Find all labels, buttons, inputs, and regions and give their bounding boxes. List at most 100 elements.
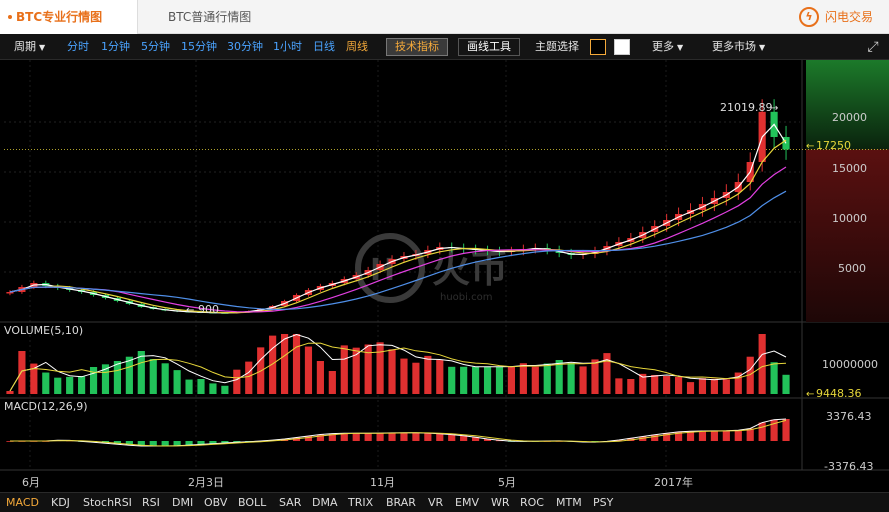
volume-bar: [42, 372, 50, 394]
indicator-psy[interactable]: PSY: [593, 493, 613, 512]
volume-bar: [66, 376, 74, 394]
brand-label: 闪电交易: [824, 10, 873, 24]
indicator-emv[interactable]: EMV: [455, 493, 479, 512]
macd-bar: [734, 430, 742, 441]
tab-btc-normal-chart[interactable]: BTC普通行情图: [168, 0, 251, 34]
drawing-tools-button[interactable]: 画线工具: [458, 38, 520, 56]
theme-dark-swatch[interactable]: [590, 39, 606, 55]
volume-bar: [460, 366, 468, 394]
indicator-macd[interactable]: MACD: [6, 493, 39, 512]
volume-last-arrow-icon: ←: [806, 389, 814, 400]
indicator-dma[interactable]: DMA: [312, 493, 338, 512]
indicator-stochrsi[interactable]: StochRSI: [83, 493, 132, 512]
price-chart[interactable]: H 火币 huobi.com 20000 15000 10000 5000 21…: [0, 60, 889, 492]
x-tick-feb3: 2月3日: [188, 476, 224, 489]
volume-bar: [663, 376, 671, 394]
interval-15min[interactable]: 15分钟: [181, 34, 217, 60]
volume-bar: [770, 362, 778, 394]
high-arrow-icon: →: [770, 103, 778, 114]
macd-bar: [782, 419, 790, 441]
candle-body: [6, 292, 14, 294]
volume-last-label: 9448.36: [816, 387, 862, 400]
volume-bar: [388, 349, 396, 394]
macd-bar: [376, 433, 384, 441]
flash-trade-link[interactable]: ϟ 闪电交易: [798, 6, 873, 28]
indicator-brar[interactable]: BRAR: [386, 493, 416, 512]
indicator-roc[interactable]: ROC: [520, 493, 544, 512]
price-tick-5000: 5000: [838, 262, 866, 275]
indicator-sar[interactable]: SAR: [279, 493, 301, 512]
indicator-wr[interactable]: WR: [491, 493, 510, 512]
indicator-boll[interactable]: BOLL: [238, 493, 266, 512]
interval-1hour[interactable]: 1小时: [273, 34, 302, 60]
volume-bar: [531, 366, 539, 394]
volume-bar: [400, 358, 408, 394]
last-price-arrow-icon: ←: [806, 141, 814, 152]
x-tick-jun: 6月: [22, 476, 40, 489]
volume-bar: [579, 366, 587, 394]
indicator-obv[interactable]: OBV: [204, 493, 227, 512]
volume-bar: [758, 334, 766, 394]
macd-bar: [352, 433, 360, 441]
volume-bar: [412, 362, 420, 394]
volume-bar: [280, 334, 289, 394]
volume-bar: [627, 379, 635, 394]
tab-label: BTC普通行情图: [168, 10, 252, 24]
macd-bar: [400, 432, 408, 441]
more-markets-label: 更多市场: [712, 40, 756, 53]
volume-bar: [722, 379, 730, 394]
caret-down-icon: ▼: [39, 43, 46, 52]
interval-weekly[interactable]: 周线: [346, 34, 368, 60]
volume-bar: [78, 376, 86, 394]
indicator-bar: MACD KDJ StochRSI RSI DMI OBV BOLL SAR D…: [0, 492, 889, 512]
fullscreen-icon[interactable]: ⤢: [863, 37, 883, 57]
volume-bar: [125, 356, 133, 394]
more-label: 更多: [652, 40, 674, 53]
macd-bar: [710, 430, 718, 441]
volume-bar: [113, 361, 122, 394]
interval-daily[interactable]: 日线: [313, 34, 335, 60]
volume-bar: [209, 383, 217, 394]
volume-bar: [18, 351, 26, 394]
volume-tick-10000000: 10000000: [822, 358, 878, 371]
indicator-trix[interactable]: TRIX: [348, 493, 373, 512]
theme-light-swatch[interactable]: [614, 39, 630, 55]
volume-bar: [292, 334, 301, 394]
volume-bar: [197, 379, 205, 394]
volume-bar: [161, 363, 169, 394]
price-tick-15000: 15000: [832, 162, 867, 175]
volume-bar: [591, 359, 599, 394]
x-tick-nov: 11月: [370, 476, 395, 489]
tech-indicator-button[interactable]: 技术指标: [386, 38, 448, 56]
tab-label: BTC专业行情图: [16, 10, 103, 24]
macd-tick-bottom: -3376.43: [824, 460, 873, 473]
indicator-mtm[interactable]: MTM: [556, 493, 582, 512]
macd-title: MACD(12,26,9): [4, 400, 88, 413]
volume-bar: [651, 375, 659, 394]
low-price-label: 900: [198, 303, 219, 316]
macd-bar: [388, 432, 396, 441]
volume-bar: [245, 361, 253, 394]
more-markets-dropdown[interactable]: 更多市场 ▼: [712, 34, 765, 60]
period-dropdown[interactable]: 周期 ▼: [14, 34, 45, 60]
x-tick-2017: 2017年: [654, 475, 693, 489]
indicator-dmi[interactable]: DMI: [172, 493, 193, 512]
volume-bar: [340, 345, 348, 394]
ma-lines-group: [9, 123, 787, 314]
volume-bar: [495, 366, 504, 394]
tab-btc-pro-chart[interactable]: BTC专业行情图: [0, 0, 138, 34]
more-dropdown[interactable]: 更多 ▼: [652, 34, 683, 60]
volume-bar: [304, 346, 313, 394]
volume-bar: [507, 366, 516, 394]
ma-line: [9, 123, 787, 314]
price-tick-10000: 10000: [832, 212, 867, 225]
volume-bar: [328, 371, 336, 394]
volume-bar: [448, 366, 456, 394]
interval-5min[interactable]: 5分钟: [141, 34, 170, 60]
interval-30min[interactable]: 30分钟: [227, 34, 263, 60]
indicator-kdj[interactable]: KDJ: [51, 493, 70, 512]
interval-timeline[interactable]: 分时: [67, 34, 89, 60]
indicator-vr[interactable]: VR: [428, 493, 443, 512]
indicator-rsi[interactable]: RSI: [142, 493, 160, 512]
interval-1min[interactable]: 1分钟: [101, 34, 130, 60]
